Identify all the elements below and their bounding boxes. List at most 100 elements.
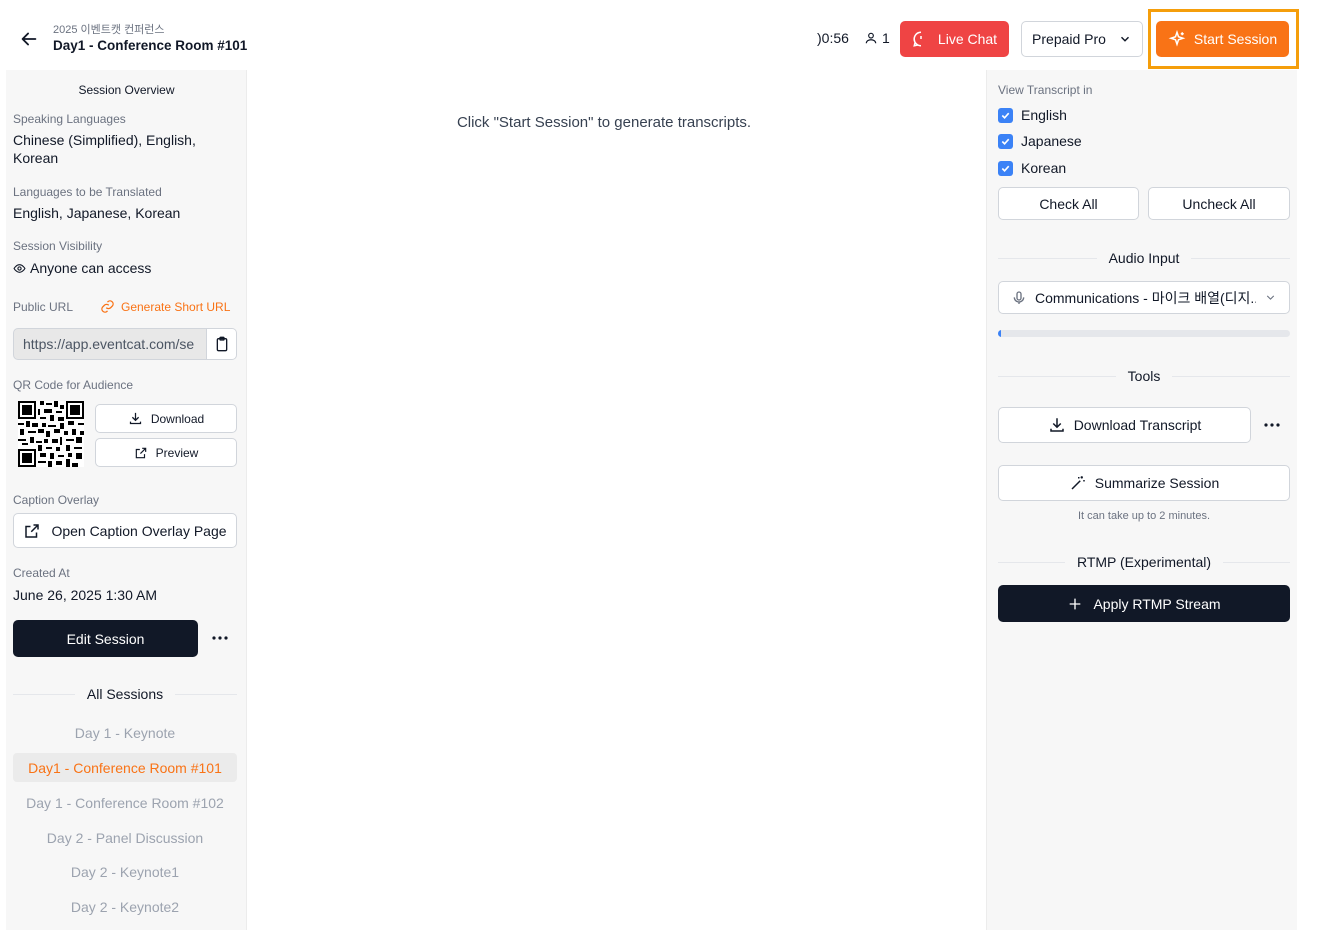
open-caption-overlay-label: Open Caption Overlay Page bbox=[51, 522, 227, 539]
created-at-value: June 26, 2025 1:30 AM bbox=[13, 587, 157, 603]
preview-qr-label: Preview bbox=[155, 445, 199, 460]
chevron-down-icon bbox=[1266, 295, 1275, 300]
preview-qr-button[interactable]: Preview bbox=[95, 438, 237, 467]
tools-panel: View Transcript in English Japanese Kore… bbox=[986, 70, 1297, 930]
transcript-more-button[interactable] bbox=[1261, 414, 1283, 436]
live-chat-button[interactable]: Live Chat bbox=[900, 21, 1009, 57]
divider-line bbox=[998, 561, 1065, 563]
download-icon bbox=[1049, 418, 1064, 432]
more-icon bbox=[212, 636, 228, 640]
session-item-day2-keynote1[interactable]: Day 2 - Keynote1 bbox=[13, 857, 237, 886]
checkbox[interactable] bbox=[998, 107, 1013, 123]
transcript-empty-message: Click "Start Session" to generate transc… bbox=[456, 114, 752, 131]
check-all-button[interactable]: Check All bbox=[998, 187, 1139, 220]
download-qr-label: Download bbox=[150, 411, 205, 426]
open-caption-overlay-button[interactable]: Open Caption Overlay Page bbox=[13, 513, 237, 548]
download-transcript-label: Download Transcript bbox=[1073, 417, 1202, 433]
microphone-icon bbox=[1013, 290, 1025, 304]
page-title: Day1 - Conference Room #101 bbox=[53, 38, 248, 53]
divider-line bbox=[13, 693, 75, 695]
edit-session-button[interactable]: Edit Session bbox=[13, 620, 198, 657]
translated-languages-value: English, Japanese, Korean bbox=[13, 205, 181, 221]
all-sessions-title: All Sessions bbox=[86, 686, 164, 702]
language-checkbox-korean[interactable]: Korean bbox=[998, 160, 1066, 176]
start-session-label: Start Session bbox=[1193, 31, 1278, 47]
audio-input-select[interactable]: Communications - 마이크 배열(디지... bbox=[998, 281, 1290, 314]
divider-line bbox=[998, 257, 1097, 259]
sparkle-icon bbox=[1168, 30, 1186, 47]
copy-url-button[interactable] bbox=[206, 329, 236, 359]
checkbox[interactable] bbox=[998, 133, 1013, 149]
language-checkbox-english[interactable]: English bbox=[998, 107, 1067, 123]
viewer-count-value: 1 bbox=[882, 30, 890, 46]
download-qr-button[interactable]: Download bbox=[95, 404, 237, 433]
session-more-button[interactable] bbox=[209, 627, 231, 649]
created-at-label: Created At bbox=[13, 566, 70, 580]
session-item-day2-panel[interactable]: Day 2 - Panel Discussion bbox=[13, 823, 237, 852]
summarize-session-button[interactable]: Summarize Session bbox=[998, 465, 1290, 501]
session-item-day2-keynote2[interactable]: Day 2 - Keynote2 bbox=[13, 892, 237, 921]
qr-code-label: QR Code for Audience bbox=[13, 378, 134, 392]
apply-rtmp-stream-label: Apply RTMP Stream bbox=[1093, 595, 1221, 612]
session-item-day1-room-102[interactable]: Day 1 - Conference Room #102 bbox=[13, 788, 237, 817]
audio-level-fill bbox=[998, 330, 1001, 337]
clipboard-icon bbox=[216, 336, 227, 352]
arrow-left-icon[interactable] bbox=[18, 28, 40, 50]
divider-line bbox=[1191, 257, 1290, 259]
qr-code bbox=[18, 401, 84, 467]
external-link-icon bbox=[135, 447, 146, 458]
visibility-label: Session Visibility bbox=[13, 239, 103, 253]
public-url-label: Public URL bbox=[13, 300, 74, 314]
caption-overlay-label: Caption Overlay bbox=[13, 493, 100, 507]
speaking-languages-value: Chinese (Simplified), English, Korean bbox=[13, 132, 196, 166]
audio-input-heading: Audio Input bbox=[998, 250, 1290, 266]
public-url-value: https://app.eventcat.com/se bbox=[23, 336, 195, 352]
uncheck-all-button[interactable]: Uncheck All bbox=[1148, 187, 1290, 220]
session-timer: )0:56 bbox=[817, 30, 849, 46]
eye-icon bbox=[13, 263, 26, 273]
tools-heading: Tools bbox=[998, 368, 1290, 384]
summarize-session-label: Summarize Session bbox=[1094, 475, 1220, 491]
checkbox[interactable] bbox=[998, 160, 1013, 176]
generate-short-url-label: Generate Short URL bbox=[121, 299, 231, 314]
view-transcript-label: View Transcript in bbox=[998, 83, 1093, 97]
magic-wand-icon bbox=[1071, 476, 1085, 490]
external-link-icon bbox=[25, 523, 40, 538]
check-icon bbox=[1001, 165, 1010, 172]
plan-label: Prepaid Pro bbox=[1032, 31, 1106, 47]
link-icon bbox=[101, 300, 114, 313]
tools-title: Tools bbox=[1127, 368, 1161, 384]
visibility-value: Anyone can access bbox=[13, 259, 151, 277]
language-label: Korean bbox=[1021, 160, 1067, 176]
sidebar-title: Session Overview bbox=[78, 83, 175, 97]
language-checkbox-japanese[interactable]: Japanese bbox=[998, 133, 1082, 149]
plan-select[interactable]: Prepaid Pro bbox=[1021, 21, 1143, 57]
session-item-day1-keynote[interactable]: Day 1 - Keynote bbox=[13, 718, 237, 747]
audio-level-meter bbox=[998, 330, 1290, 337]
chevron-down-icon bbox=[1120, 36, 1129, 42]
live-chat-label: Live Chat bbox=[937, 31, 998, 47]
visibility-text: Anyone can access bbox=[30, 260, 152, 276]
session-item-day1-room-101[interactable]: Day1 - Conference Room #101 bbox=[13, 753, 237, 782]
language-label: English bbox=[1021, 107, 1067, 123]
translated-languages-label: Languages to be Translated bbox=[13, 185, 162, 199]
language-label: Japanese bbox=[1021, 133, 1082, 149]
divider-line bbox=[1172, 375, 1290, 377]
divider-line bbox=[998, 375, 1116, 377]
more-icon bbox=[1264, 423, 1280, 427]
chat-icon bbox=[913, 31, 922, 47]
generate-short-url-link[interactable]: Generate Short URL bbox=[100, 299, 230, 314]
check-icon bbox=[1001, 138, 1010, 145]
rtmp-heading: RTMP (Experimental) bbox=[998, 554, 1291, 570]
start-session-button[interactable]: Start Session bbox=[1156, 21, 1289, 57]
download-transcript-button[interactable]: Download Transcript bbox=[998, 407, 1251, 443]
top-header: 2025 이벤트캣 컨퍼런스 Day1 - Conference Room #1… bbox=[0, 0, 1318, 70]
apply-rtmp-stream-button[interactable]: Apply RTMP Stream bbox=[998, 585, 1290, 622]
public-url-field[interactable]: https://app.eventcat.com/se bbox=[13, 328, 237, 360]
event-name: 2025 이벤트캣 컨퍼런스 bbox=[53, 24, 165, 36]
audio-input-title: Audio Input bbox=[1108, 250, 1180, 266]
all-sessions-heading: All Sessions bbox=[13, 686, 238, 702]
plus-icon bbox=[1070, 598, 1081, 609]
download-icon bbox=[129, 412, 141, 425]
user-icon bbox=[865, 32, 877, 44]
